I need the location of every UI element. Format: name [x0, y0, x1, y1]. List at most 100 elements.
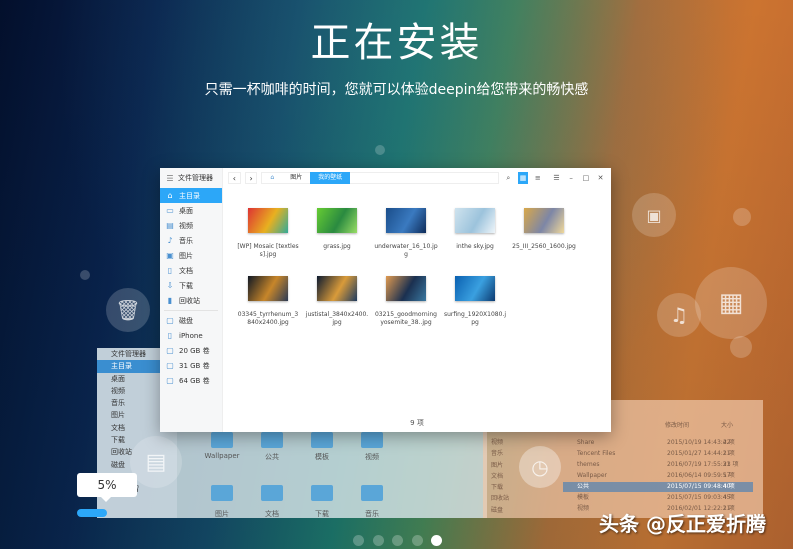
menu-icon[interactable]: ☰: [166, 174, 174, 183]
sidebar-item[interactable]: ▢ 磁盘: [160, 313, 222, 328]
file-item[interactable]: underwater_16_10.jpg: [371, 208, 441, 259]
file-thumbnail: [317, 276, 357, 301]
picture-icon: ▣: [166, 251, 174, 260]
film-icon: ▦: [695, 267, 767, 339]
file-name: inthe sky.jpg: [456, 243, 494, 250]
document-icon: ▤: [130, 436, 182, 488]
file-manager-window: ☰ 文件管理器 ⌂ 主目录 ▭ 桌面 ▤ 视频 ♪ 音乐 ▣ 图片 ▯ 文档 ⇩ 下载 ▮ 回收站 ▢ 磁盘 ▯ iPh…: [160, 168, 611, 432]
file-item[interactable]: justistal_3840x2400.jpg: [302, 276, 372, 327]
breadcrumb-item[interactable]: 图片: [282, 172, 310, 184]
file-thumbnail: [455, 276, 495, 301]
music-icon: ♫: [657, 293, 701, 337]
disk-icon: ▢: [166, 376, 174, 385]
sidebar-item-label: 回收站: [179, 296, 200, 305]
pager-dot[interactable]: [431, 535, 442, 546]
page-title: 正在安装: [310, 20, 483, 66]
icon-view-button[interactable]: ▦: [517, 172, 529, 184]
sidebar-item[interactable]: ♪ 音乐: [160, 233, 222, 248]
sidebar-item[interactable]: ▯ 文档: [160, 263, 222, 278]
file-item[interactable]: 25_III_2560_1600.jpg: [509, 208, 579, 251]
sidebar-item-label: 下载: [179, 281, 193, 290]
trash-icon: ▮: [167, 296, 173, 305]
pager-dot[interactable]: [372, 535, 384, 546]
progress-bar: [77, 509, 137, 517]
back-button[interactable]: ‹: [228, 172, 241, 184]
file-item[interactable]: 03345_tyrrhenum_3840x2400.jpg: [233, 276, 303, 327]
watermark: 头条 @反正爱折腾: [599, 512, 766, 536]
sidebar: ☰ 文件管理器 ⌂ 主目录 ▭ 桌面 ▤ 视频 ♪ 音乐 ▣ 图片 ▯ 文档 ⇩ 下载 ▮ 回收站 ▢ 磁盘 ▯ iPh…: [160, 168, 223, 432]
file-thumbnail: [248, 276, 288, 301]
breadcrumb: ⌂ 图片 我的壁纸: [261, 172, 500, 184]
file-item[interactable]: [WP] Mosaic [textless].jpg: [233, 208, 303, 259]
sidebar-item-label: 图片: [179, 251, 193, 260]
file-name: 03215_goodmorningyosemite_38..jpg: [374, 311, 437, 326]
sidebar-item[interactable]: ▯ iPhone: [160, 328, 222, 343]
sidebar-item-label: 31 GB 卷: [179, 361, 210, 370]
clock-icon: ◷: [519, 446, 561, 488]
music-icon: ♪: [167, 236, 173, 245]
sidebar-item[interactable]: ▢ 31 GB 卷: [160, 358, 222, 373]
progress-label: 5%: [77, 473, 137, 502]
maximize-button[interactable]: □: [581, 172, 592, 184]
file-name: 03345_tyrrhenum_3840x2400.jpg: [237, 311, 299, 326]
sidebar-item-label: 20 GB 卷: [179, 346, 210, 355]
file-thumbnail: [386, 208, 426, 233]
file-thumbnail: [248, 208, 288, 233]
file-item[interactable]: grass.jpg: [302, 208, 372, 251]
minimize-button[interactable]: –: [566, 172, 577, 184]
pager-dot[interactable]: [392, 535, 403, 546]
sidebar-item-label: 文档: [179, 266, 193, 275]
pager-dot[interactable]: [411, 535, 423, 546]
breadcrumb-item-current[interactable]: 我的壁纸: [310, 172, 351, 184]
file-item[interactable]: 03215_goodmorningyosemite_38..jpg: [371, 276, 441, 327]
document-icon: ▯: [167, 266, 173, 275]
sidebar-item-label: 64 GB 卷: [179, 376, 210, 385]
file-name: surfing_1920X1080.jpg: [443, 311, 506, 326]
sidebar-item-label: 桌面: [179, 206, 193, 215]
home-icon[interactable]: ⌂: [262, 172, 282, 184]
app-title: 文件管理器: [178, 174, 213, 182]
sidebar-item[interactable]: ⌂ 主目录: [160, 188, 222, 203]
pager-dot[interactable]: [353, 535, 364, 546]
sidebar-item[interactable]: ▣ 图片: [160, 248, 222, 263]
page-subtitle: 只需一杯咖啡的时间，您就可以体验deepin给您带来的畅快感: [204, 82, 589, 98]
file-thumbnail: [317, 208, 357, 233]
file-thumbnail: [386, 276, 426, 301]
file-item[interactable]: surfing_1920X1080.jpg: [440, 276, 510, 327]
disk-icon: ▢: [166, 361, 174, 370]
sidebar-item[interactable]: ▤ 视频: [160, 218, 222, 233]
sidebar-item-label: iPhone: [179, 331, 203, 340]
file-name: grass.jpg: [323, 243, 351, 250]
desktop-icon: ▭: [166, 206, 174, 215]
video-icon: ▤: [166, 221, 174, 230]
file-thumbnail: [455, 208, 495, 233]
file-name: underwater_16_10.jpg: [374, 243, 438, 258]
disk-icon: ▢: [166, 316, 174, 325]
phone-icon: ▯: [167, 331, 173, 340]
close-button[interactable]: ✕: [595, 172, 606, 184]
sidebar-item[interactable]: ▭ 桌面: [160, 203, 222, 218]
search-icon[interactable]: ⌕: [503, 172, 514, 184]
file-name: [WP] Mosaic [textless].jpg: [237, 243, 299, 258]
file-name: justistal_3840x2400.jpg: [305, 311, 369, 326]
file-item[interactable]: inthe sky.jpg: [440, 208, 510, 251]
home-icon: ⌂: [167, 191, 173, 200]
image-icon: ▣: [632, 193, 676, 237]
trash-icon: 🗑: [106, 288, 150, 332]
sidebar-item[interactable]: ▢ 64 GB 卷: [160, 373, 222, 388]
sidebar-item[interactable]: ▮ 回收站: [160, 293, 222, 308]
toolbar: ‹ › ⌂ 图片 我的壁纸 ⌕ ▦ ≡ ☰ – □ ✕: [223, 168, 611, 188]
list-view-button[interactable]: ≡: [532, 172, 543, 184]
file-thumbnail: [524, 208, 564, 233]
file-name: 25_III_2560_1600.jpg: [512, 243, 576, 250]
sidebar-item-label: 磁盘: [179, 316, 193, 325]
sidebar-item-label: 音乐: [179, 236, 193, 245]
status-bar: 9 项: [410, 419, 424, 427]
file-grid: [WP] Mosaic [textless].jpg grass.jpg under…: [223, 188, 611, 412]
sidebar-item[interactable]: ▢ 20 GB 卷: [160, 343, 222, 358]
sidebar-item[interactable]: ⇩ 下载: [160, 278, 222, 293]
sidebar-item-label: 视频: [179, 221, 193, 230]
sidebar-item-label: 主目录: [179, 191, 200, 200]
menu-button[interactable]: ☰: [551, 172, 562, 184]
forward-button[interactable]: ›: [244, 172, 258, 184]
